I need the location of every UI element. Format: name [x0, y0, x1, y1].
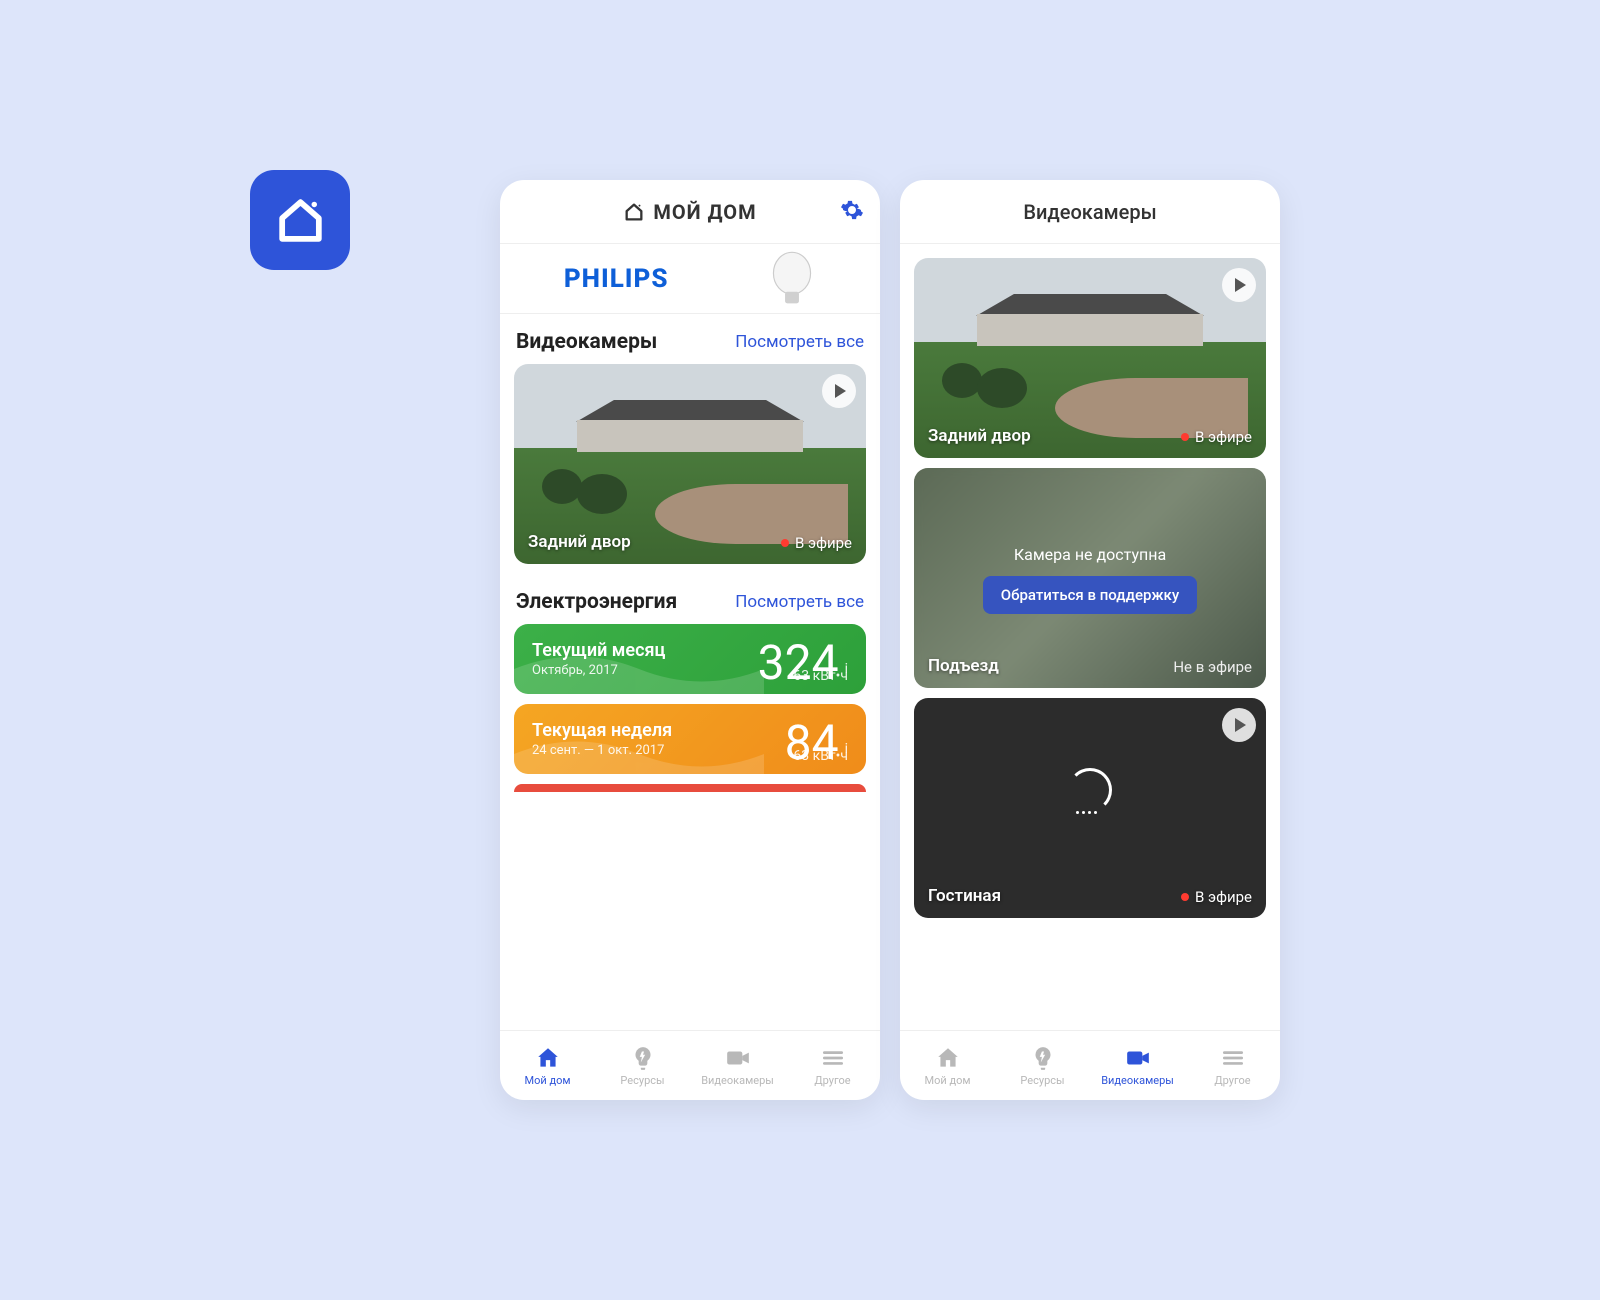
energy-section-title: Электроэнергия	[516, 590, 677, 614]
live-dot-icon	[1181, 893, 1189, 901]
page-title: Видеокамеры	[1023, 200, 1156, 224]
settings-button[interactable]	[840, 198, 864, 226]
cameras-see-all-link[interactable]: Посмотреть все	[735, 332, 864, 352]
cameras-section-title: Видеокамеры	[516, 330, 657, 354]
home-icon	[535, 1045, 561, 1071]
camera-icon	[725, 1045, 751, 1071]
play-button[interactable]	[1222, 268, 1256, 302]
play-button[interactable]	[822, 374, 856, 408]
home-icon	[935, 1045, 961, 1071]
camera-error-text: Камера не доступна	[914, 545, 1266, 564]
header-title-text: МОЙ ДОМ	[653, 200, 756, 224]
camera-card-backyard[interactable]: Задний двор В эфире	[514, 364, 866, 564]
camera-card-backyard[interactable]: Задний двор В эфире	[914, 258, 1266, 458]
tab-resources[interactable]: Ресурсы	[995, 1031, 1090, 1100]
tab-cameras[interactable]: Видеокамеры	[690, 1031, 785, 1100]
tab-cameras[interactable]: Видеокамеры	[1090, 1031, 1185, 1100]
camera-name: Задний двор	[528, 532, 631, 552]
camera-name: Гостиная	[928, 886, 1001, 906]
tab-resources[interactable]: Ресурсы	[595, 1031, 690, 1100]
camera-card-livingroom[interactable]: Гостиная В эфире	[914, 698, 1266, 918]
camera-name: Подъезд	[928, 656, 999, 676]
menu-icon	[1220, 1045, 1246, 1071]
energy-card-month[interactable]: Текущий месяц Октябрь, 2017 324i 63 кВт•…	[514, 624, 866, 694]
cameras-section-header: Видеокамеры Посмотреть все	[514, 314, 866, 364]
loading-spinner-icon	[1068, 768, 1112, 812]
promo-brand-text: PHILIPS	[564, 264, 669, 294]
gear-icon	[840, 198, 864, 222]
tab-home[interactable]: Мой дом	[900, 1031, 995, 1100]
header: МОЙ ДОМ	[500, 180, 880, 244]
home-logo-icon	[623, 201, 645, 223]
showcase-canvas: МОЙ ДОМ PHILIPS Видеокамеры Посмотреть в…	[200, 130, 1400, 1170]
camera-name: Задний двор	[928, 426, 1031, 446]
live-status: В эфире	[781, 534, 852, 552]
live-status: В эфире	[1181, 428, 1252, 446]
energy-month-unit: 63 кВт•ч	[793, 668, 848, 684]
tab-other[interactable]: Другое	[785, 1031, 880, 1100]
bulb-tab-icon	[630, 1045, 656, 1071]
app-icon	[250, 170, 350, 270]
bulb-icon	[768, 250, 816, 308]
camera-icon	[1125, 1045, 1151, 1071]
phone-cameras: Видеокамеры Задний двор В эфире Камера н…	[900, 180, 1280, 1100]
promo-banner[interactable]: PHILIPS	[500, 244, 880, 314]
bulb-tab-icon	[1030, 1045, 1056, 1071]
tab-home[interactable]: Мой дом	[500, 1031, 595, 1100]
phone-home: МОЙ ДОМ PHILIPS Видеокамеры Посмотреть в…	[500, 180, 880, 1100]
menu-icon	[820, 1045, 846, 1071]
contact-support-button[interactable]: Обратиться в поддержку	[983, 576, 1197, 614]
tab-bar: Мой дом Ресурсы Видеокамеры Другое	[500, 1030, 880, 1100]
home-content: PHILIPS Видеокамеры Посмотреть все Задни…	[500, 244, 880, 1030]
tab-other[interactable]: Другое	[1185, 1031, 1280, 1100]
header: Видеокамеры	[900, 180, 1280, 244]
live-dot-icon	[781, 539, 789, 547]
play-button[interactable]	[1222, 708, 1256, 742]
energy-card-week[interactable]: Текущая неделя 24 сент. — 1 окт. 2017 84…	[514, 704, 866, 774]
camera-error-overlay: Камера не доступна Обратиться в поддержк…	[914, 545, 1266, 614]
live-status: В эфире	[1181, 888, 1252, 906]
page-title: МОЙ ДОМ	[623, 200, 756, 224]
live-dot-icon	[1181, 433, 1189, 441]
offline-status: Не в эфире	[1173, 658, 1252, 676]
energy-section-header: Электроэнергия Посмотреть все	[514, 574, 866, 624]
energy-card-peek	[514, 784, 866, 792]
tab-bar: Мой дом Ресурсы Видеокамеры Другое	[900, 1030, 1280, 1100]
energy-see-all-link[interactable]: Посмотреть все	[735, 592, 864, 612]
energy-week-unit: 63 кВт•ч	[793, 748, 848, 764]
cameras-content: Задний двор В эфире Камера не доступна О…	[900, 244, 1280, 1030]
camera-card-entrance[interactable]: Камера не доступна Обратиться в поддержк…	[914, 468, 1266, 688]
